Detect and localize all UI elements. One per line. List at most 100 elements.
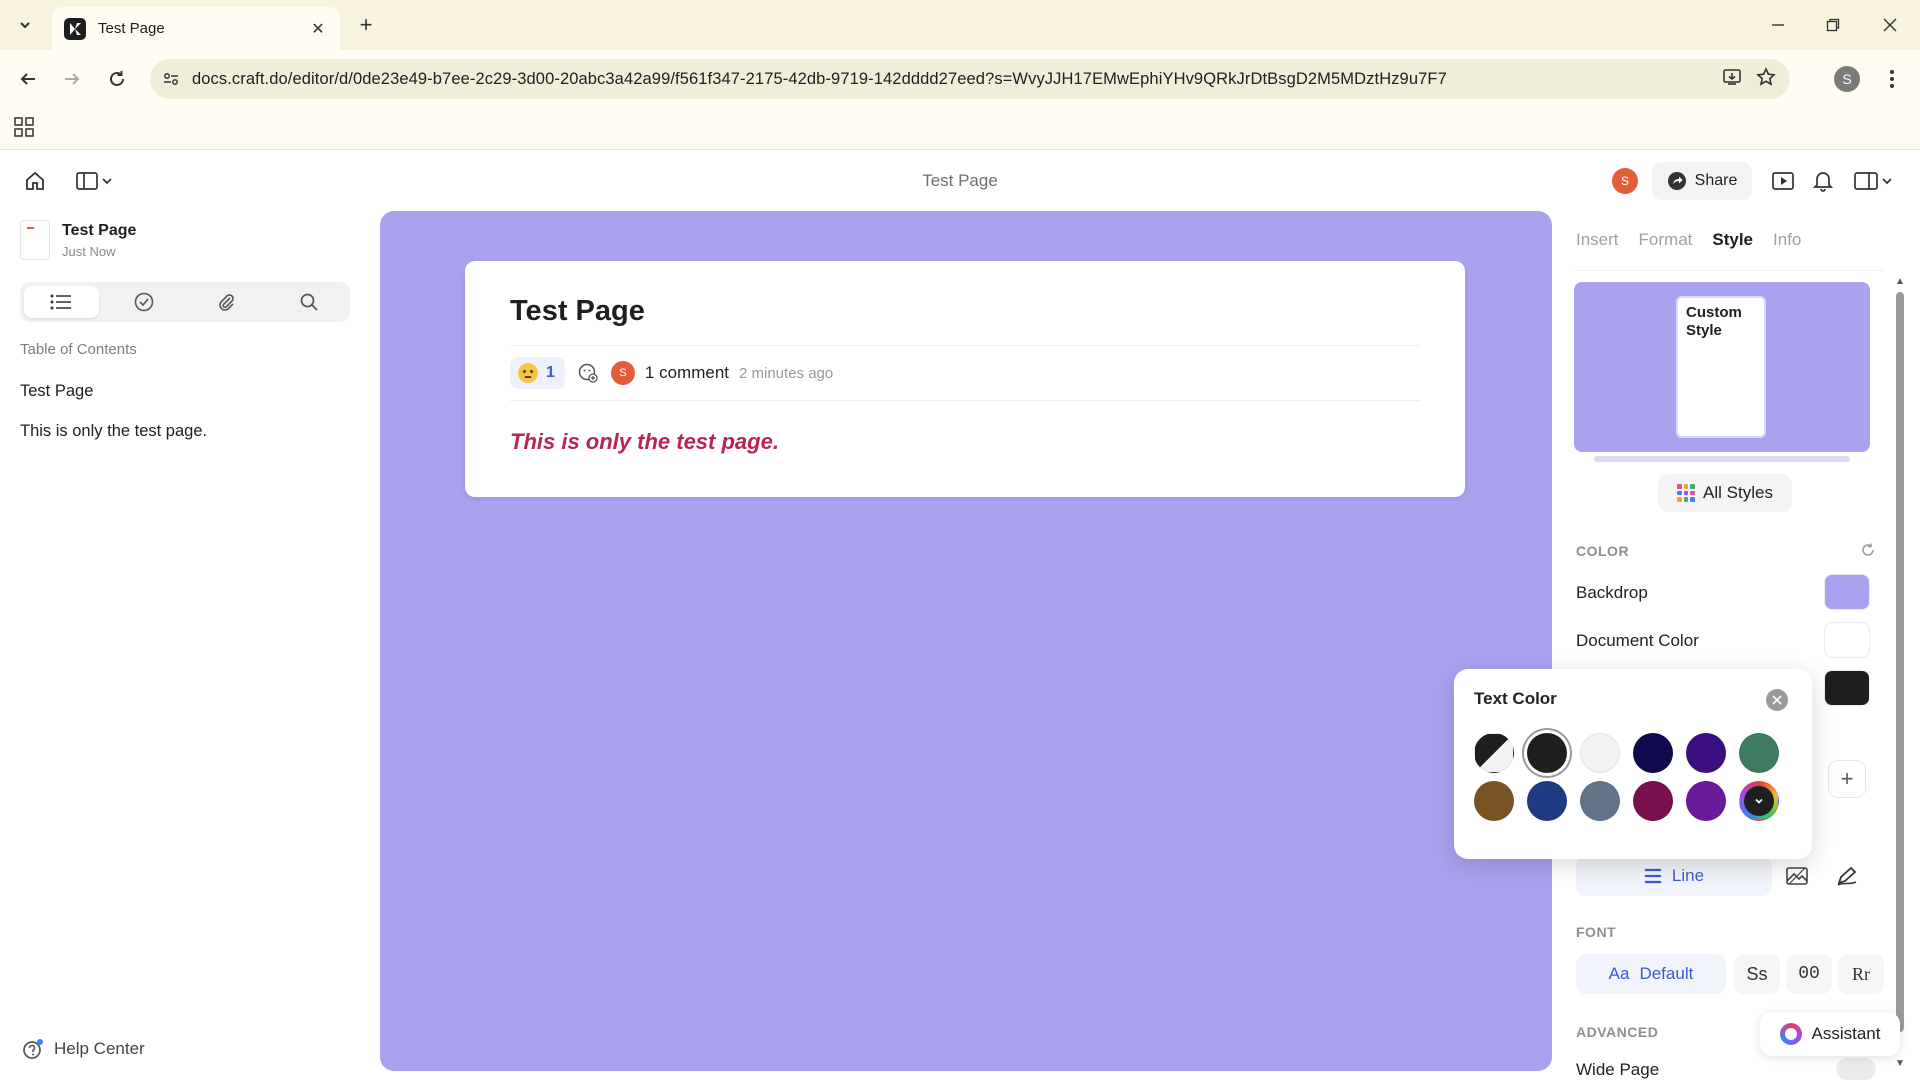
document-color-swatch[interactable]: [1824, 622, 1870, 658]
restore-button[interactable]: [1813, 12, 1853, 38]
draw-option-button[interactable]: [1828, 857, 1866, 895]
color-swatch[interactable]: [1580, 781, 1620, 821]
back-button[interactable]: [12, 63, 44, 95]
line-label: Line: [1671, 866, 1705, 885]
share-button[interactable]: Share: [1652, 162, 1752, 200]
reset-colors-icon[interactable]: [1858, 540, 1878, 560]
auto-color-swatch[interactable]: [1474, 733, 1514, 773]
custom-style-card[interactable]: Custom Style: [1676, 296, 1766, 438]
assistant-button[interactable]: Assistant: [1760, 1012, 1900, 1056]
backdrop-color-swatch[interactable]: [1824, 574, 1870, 610]
comment-count[interactable]: 1 comment: [645, 363, 729, 383]
document-title[interactable]: Test Page: [510, 295, 645, 328]
tab-info[interactable]: Info: [1773, 230, 1801, 250]
install-app-icon[interactable]: [1722, 67, 1742, 92]
scroll-down-icon[interactable]: ▼: [1894, 1058, 1906, 1070]
inspector-scrollbar[interactable]: ▲ ▼: [1894, 276, 1906, 1070]
collaborator-avatar[interactable]: S: [1612, 168, 1638, 194]
tab-style[interactable]: Style: [1712, 230, 1753, 250]
home-button[interactable]: [18, 165, 52, 197]
address-bar[interactable]: docs.craft.do/editor/d/0de23e49-b7ee-2c2…: [150, 59, 1790, 99]
backdrop-label: Backdrop: [1576, 583, 1648, 602]
color-swatch[interactable]: [1739, 733, 1779, 773]
divider: [510, 345, 1420, 346]
help-center-link[interactable]: Help Center: [22, 1038, 145, 1060]
tab-tasks[interactable]: [107, 286, 182, 318]
minimize-icon: [1772, 24, 1784, 26]
color-swatch[interactable]: [1633, 733, 1673, 773]
font-default-button[interactable]: Aa Default: [1576, 954, 1726, 994]
minimize-button[interactable]: [1758, 12, 1798, 38]
reaction-badge[interactable]: 1: [510, 357, 565, 389]
sidebar-toggle-button[interactable]: [70, 165, 120, 197]
color-swatch[interactable]: [1527, 733, 1567, 773]
star-icon[interactable]: [1756, 66, 1776, 92]
tab-table-of-contents[interactable]: [24, 286, 99, 318]
color-swatch[interactable]: [1527, 781, 1567, 821]
document-canvas[interactable]: Test Page 1 S 1 comment 2 minutes ago Th…: [380, 211, 1552, 1071]
tab-insert[interactable]: Insert: [1576, 230, 1619, 250]
forward-button[interactable]: [56, 63, 88, 95]
image-option-button[interactable]: [1778, 857, 1816, 895]
more-colors-button[interactable]: [1739, 781, 1779, 821]
help-center-label: Help Center: [54, 1039, 145, 1058]
close-window-button[interactable]: [1870, 12, 1910, 38]
check-circle-icon: [134, 292, 154, 312]
present-button[interactable]: [1768, 165, 1798, 197]
toc-item[interactable]: Test Page: [20, 382, 93, 401]
color-swatch[interactable]: [1686, 781, 1726, 821]
scroll-thumb[interactable]: [1896, 292, 1904, 1032]
browser-menu-button[interactable]: [1880, 63, 1904, 95]
reload-button[interactable]: [101, 63, 133, 95]
all-styles-button[interactable]: All Styles: [1658, 474, 1792, 512]
arrow-left-icon: [20, 73, 35, 85]
text-color-swatch[interactable]: [1824, 670, 1870, 706]
tab-search[interactable]: [272, 286, 347, 318]
close-icon: [1883, 18, 1897, 32]
sidebar-doc-name[interactable]: Test Page: [62, 222, 136, 240]
left-sidebar: Test Page Just Now Table of Contents Tes…: [0, 212, 372, 1080]
document-meta: 1 S 1 comment 2 minutes ago: [510, 356, 833, 390]
doc-thumbnail[interactable]: [20, 220, 50, 260]
text-color-popover: Text Color: [1454, 669, 1812, 859]
color-swatch[interactable]: [1580, 733, 1620, 773]
lines-icon: [1644, 868, 1661, 884]
document-body-text[interactable]: This is only the test page.: [510, 429, 779, 455]
browser-tab[interactable]: Test Page ✕: [52, 7, 340, 50]
more-vertical-icon: [1890, 70, 1894, 88]
new-tab-button[interactable]: +: [352, 11, 380, 39]
add-color-button[interactable]: +: [1828, 760, 1866, 798]
color-swatch[interactable]: [1686, 733, 1726, 773]
arrow-right-icon: [65, 73, 80, 85]
scroll-up-icon[interactable]: ▲: [1894, 276, 1906, 288]
bookmarks-bar: [0, 108, 1920, 150]
inspector-toggle-button[interactable]: [1850, 165, 1900, 197]
style-preview[interactable]: Custom Style: [1574, 282, 1870, 452]
font-serif-button[interactable]: Ss: [1734, 954, 1780, 994]
notifications-button[interactable]: [1808, 165, 1838, 197]
wide-page-label: Wide Page: [1576, 1060, 1660, 1079]
profile-avatar[interactable]: S: [1834, 66, 1860, 92]
tab-format[interactable]: Format: [1639, 230, 1693, 250]
font-rounded-button[interactable]: Rr: [1838, 954, 1884, 994]
font-mono-button[interactable]: 00: [1786, 954, 1832, 994]
document-color-label: Document Color: [1576, 631, 1699, 650]
tab-close-icon[interactable]: ✕: [308, 19, 328, 39]
help-icon: [23, 1039, 43, 1059]
site-info-icon[interactable]: [150, 70, 192, 88]
wide-page-toggle[interactable]: [1836, 1058, 1876, 1080]
toc-item[interactable]: This is only the test page.: [20, 422, 207, 441]
line-option-button[interactable]: Line: [1576, 856, 1772, 896]
tab-search-button[interactable]: [8, 9, 42, 41]
document-page[interactable]: Test Page 1 S 1 comment 2 minutes ago Th…: [465, 261, 1465, 497]
apps-grid-icon[interactable]: [14, 117, 34, 137]
tab-title: Test Page: [98, 20, 165, 37]
popover-title: Text Color: [1474, 689, 1557, 708]
color-swatch[interactable]: [1633, 781, 1673, 821]
add-reaction-button[interactable]: [575, 360, 601, 386]
add-reaction-icon: [578, 363, 598, 383]
tab-attachments[interactable]: [189, 286, 264, 318]
color-swatch[interactable]: [1474, 781, 1514, 821]
style-carousel-scrollbar[interactable]: [1594, 456, 1850, 462]
popover-close-button[interactable]: [1766, 689, 1788, 711]
